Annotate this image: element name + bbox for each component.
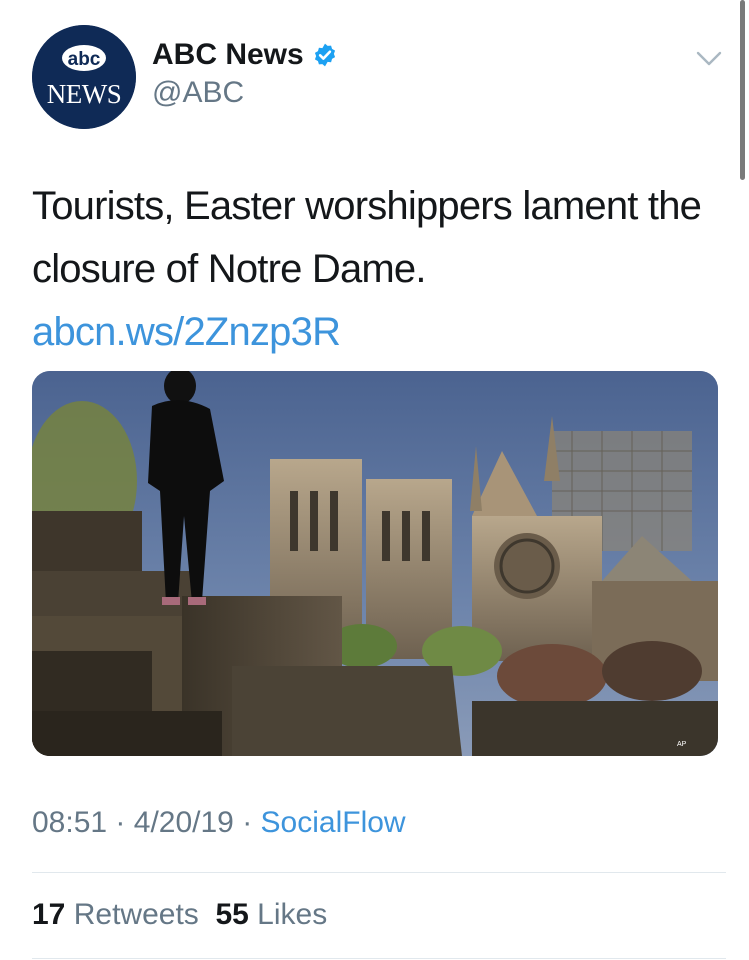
scrollbar-thumb[interactable] [740, 0, 745, 180]
tweet-source-link[interactable]: SocialFlow [261, 806, 406, 839]
avatar-logo-top: abc [68, 49, 101, 70]
tweet-time: 08:51 [32, 806, 108, 839]
photo-credit: AP [677, 741, 687, 748]
likes-stat[interactable]: 55 Likes [215, 898, 327, 931]
meta-separator: · [242, 806, 253, 839]
avatar[interactable]: abc NEWS [32, 25, 136, 129]
tweet-link[interactable]: abcn.ws/2Znzp3R [32, 310, 341, 354]
display-name: ABC News [152, 38, 304, 71]
retweets-count: 17 [32, 898, 66, 931]
scrollbar[interactable] [738, 0, 749, 960]
tweet-page: abc NEWS ABC News @ABC Tourists, Easter … [0, 0, 749, 960]
tweet-meta: 08:51 · 4/20/19 · SocialFlow [32, 806, 406, 840]
avatar-logo-bottom: NEWS [47, 79, 122, 109]
tweet-stats: 17 Retweets 55 Likes [32, 898, 327, 932]
abc-news-logo: abc NEWS [32, 25, 136, 129]
verified-badge-icon [314, 43, 335, 67]
tweet-date: 4/20/19 [133, 806, 234, 839]
chevron-down-icon[interactable] [694, 46, 724, 70]
display-name-row[interactable]: ABC News [152, 38, 338, 72]
tweet-body: Tourists, Easter worshippers lament the … [32, 184, 702, 291]
likes-count: 55 [215, 898, 249, 931]
divider [32, 958, 726, 959]
retweets-stat[interactable]: 17 Retweets [32, 898, 199, 931]
tweet-text: Tourists, Easter worshippers lament the … [32, 175, 722, 364]
likes-label: Likes [257, 898, 328, 931]
meta-separator: · [115, 806, 126, 839]
notre-dame-photo: AP [32, 371, 718, 756]
divider [32, 872, 726, 873]
retweets-label: Retweets [73, 898, 199, 931]
handle[interactable]: @ABC [152, 76, 244, 110]
tweet-photo[interactable]: AP [32, 371, 718, 756]
